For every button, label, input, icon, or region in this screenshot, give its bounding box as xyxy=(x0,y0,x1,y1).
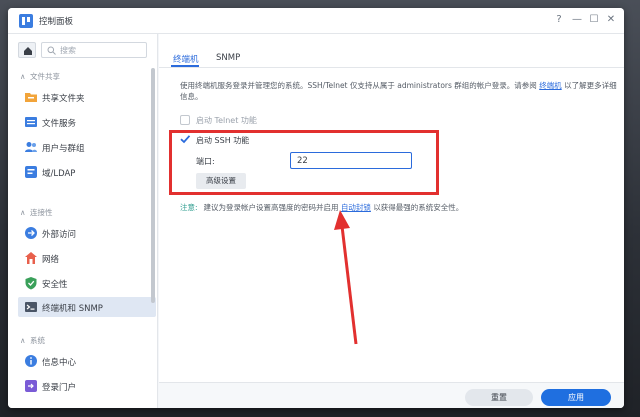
security-note: 注意: 建议为登录帐户设置高强度的密码并启用 自动封锁 以获得最强的系统安全性。 xyxy=(180,203,464,212)
telnet-label: 启动 Telnet 功能 xyxy=(196,116,257,125)
minimize-button[interactable]: — xyxy=(571,14,583,26)
port-value: 22 xyxy=(297,156,308,166)
home-icon xyxy=(24,47,32,55)
terminal-icon xyxy=(25,302,37,312)
window-title: 控制面板 xyxy=(39,17,74,27)
footer-bar: 重置 应用 xyxy=(159,382,624,408)
tab-snmp[interactable]: SNMP xyxy=(216,53,240,63)
search-input[interactable]: 搜索 xyxy=(41,42,147,58)
sidebar-item-login-portal[interactable]: 登录门户 xyxy=(18,376,156,396)
sidebar-item-security[interactable]: 安全性 xyxy=(18,273,156,293)
telnet-checkbox[interactable] xyxy=(180,115,190,125)
file-services-icon xyxy=(25,117,37,127)
chevron-up-icon: ∧ xyxy=(20,72,26,81)
search-placeholder: 搜索 xyxy=(60,46,76,55)
shared-folder-icon xyxy=(25,93,37,102)
main-panel: 终端机 SNMP 使用终端机服务登录并管理您的系统。SSH/Telnet 仅支持… xyxy=(159,34,624,408)
tab-terminal[interactable]: 终端机 xyxy=(173,53,199,65)
maximize-button[interactable]: ☐ xyxy=(588,14,600,26)
title-bar[interactable]: 控制面板 ? — ☐ ✕ xyxy=(8,8,624,34)
advanced-settings-button[interactable]: 高级设置 xyxy=(196,173,246,189)
terminal-help-link[interactable]: 终端机 xyxy=(539,81,562,90)
ssh-label: 启动 SSH 功能 xyxy=(196,136,250,145)
chevron-up-icon: ∧ xyxy=(20,208,26,217)
reset-button[interactable]: 重置 xyxy=(465,389,533,406)
sidebar: 搜索 ∧ 文件共享 共享文件夹 文件服务 用户与群组 域/LDAP ∧ 连接性 外部… xyxy=(8,34,158,408)
info-icon xyxy=(25,355,37,367)
sidebar-item-external-access[interactable]: 外部访问 xyxy=(18,223,156,243)
close-button[interactable]: ✕ xyxy=(605,14,617,26)
sidebar-item-network[interactable]: 网络 xyxy=(18,248,156,268)
search-icon xyxy=(47,46,56,55)
group-file-sharing[interactable]: ∧ 文件共享 xyxy=(20,71,60,82)
sidebar-scrollbar[interactable] xyxy=(151,68,155,303)
shield-icon xyxy=(25,277,37,290)
port-label: 端口: xyxy=(196,157,215,166)
login-portal-icon xyxy=(25,380,37,392)
domain-ldap-icon xyxy=(25,166,37,178)
network-icon xyxy=(25,252,37,264)
tab-divider xyxy=(159,67,624,68)
sidebar-item-info-center[interactable]: 信息中心 xyxy=(18,351,156,371)
control-panel-app-icon xyxy=(19,14,33,28)
users-icon xyxy=(25,142,37,152)
description-text: 使用终端机服务登录并管理您的系统。SSH/Telnet 仅支持从属于 admin… xyxy=(180,81,617,101)
sidebar-item-shared-folder[interactable]: 共享文件夹 xyxy=(18,87,156,107)
note-tag: 注意: xyxy=(180,203,198,212)
sidebar-item-domain-ldap[interactable]: 域/LDAP xyxy=(18,162,156,182)
group-connectivity[interactable]: ∧ 连接性 xyxy=(20,207,53,218)
help-button[interactable]: ? xyxy=(553,14,565,26)
sidebar-item-users-groups[interactable]: 用户与群组 xyxy=(18,137,156,157)
home-button[interactable] xyxy=(18,42,36,58)
port-input[interactable]: 22 xyxy=(290,152,412,169)
external-access-icon xyxy=(25,227,37,239)
sidebar-item-terminal-snmp[interactable]: 终端机和 SNMP xyxy=(18,297,156,317)
sidebar-item-file-services[interactable]: 文件服务 xyxy=(18,112,156,132)
apply-button[interactable]: 应用 xyxy=(541,389,611,406)
chevron-up-icon: ∧ xyxy=(20,336,26,345)
checkmark-icon xyxy=(180,135,191,144)
group-system[interactable]: ∧ 系统 xyxy=(20,335,45,346)
control-panel-window: 控制面板 ? — ☐ ✕ 搜索 ∧ 文件共享 共享文件夹 文件服务 用户与群组 … xyxy=(8,8,624,408)
ssh-checkbox[interactable] xyxy=(179,133,191,145)
auto-block-link[interactable]: 自动封锁 xyxy=(341,203,371,212)
